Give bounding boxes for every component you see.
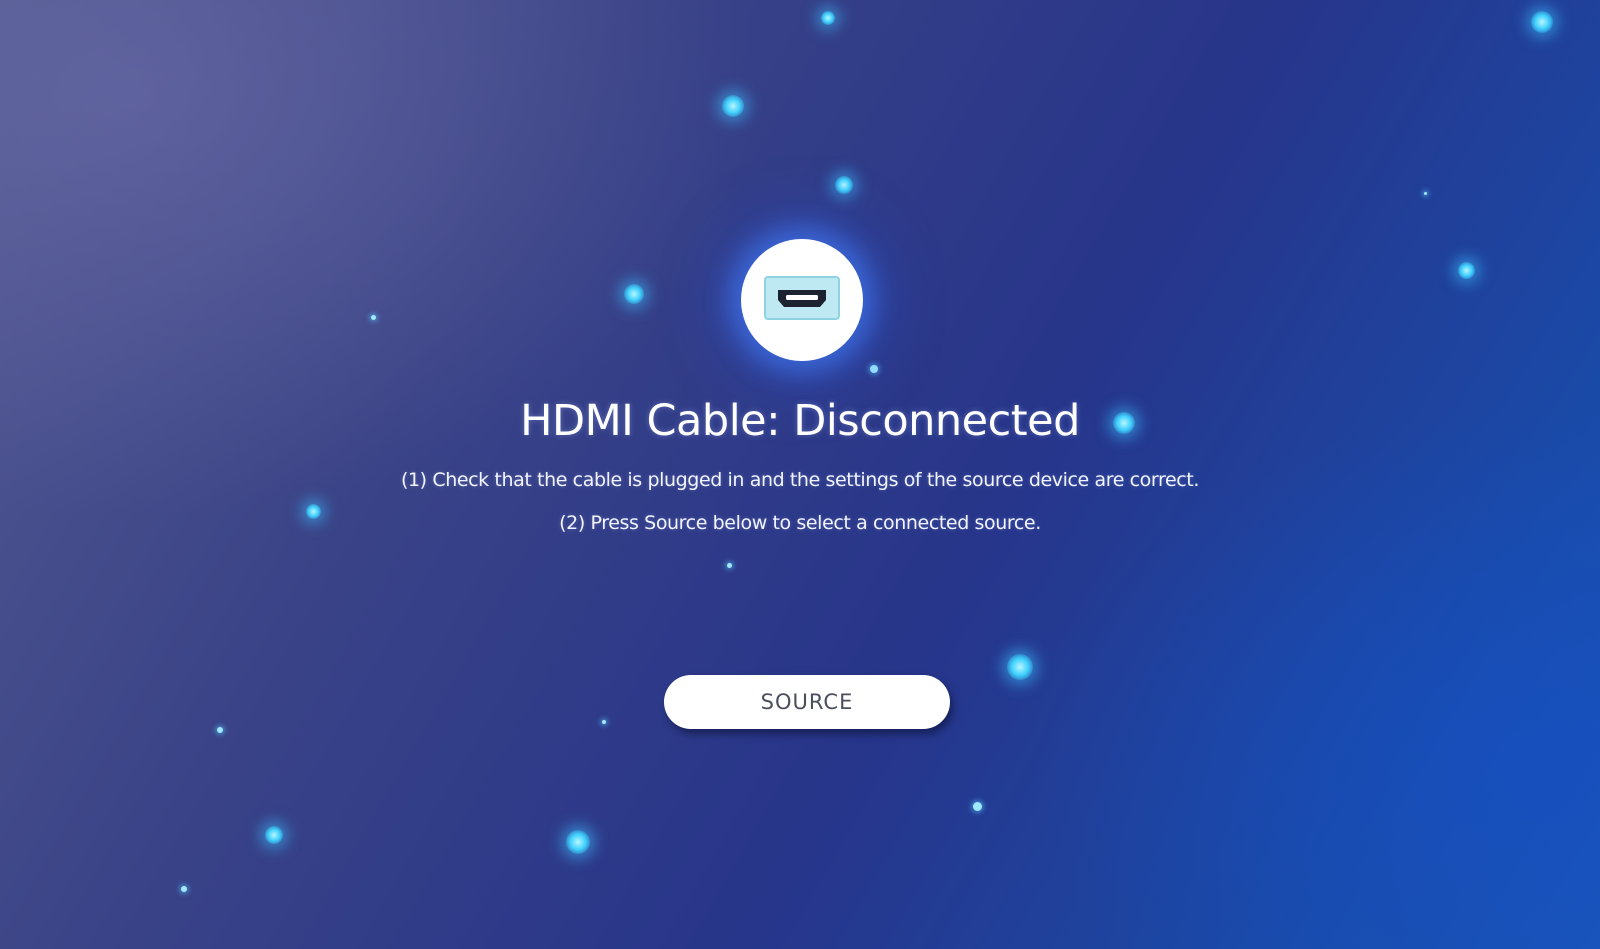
instruction-line-2: (2) Press Source below to select a conne… xyxy=(559,512,1041,534)
particle xyxy=(1424,192,1427,195)
particle xyxy=(973,802,982,811)
particle xyxy=(870,365,878,373)
particle xyxy=(1458,262,1475,279)
particle xyxy=(722,95,744,117)
particle xyxy=(1007,654,1033,680)
particle xyxy=(727,563,732,568)
hdmi-port-icon xyxy=(763,274,841,326)
particle xyxy=(624,284,644,304)
particle xyxy=(821,11,835,25)
particle xyxy=(835,176,853,194)
source-button[interactable]: SOURCE xyxy=(664,675,950,729)
particle xyxy=(1531,11,1553,33)
particle xyxy=(566,830,590,854)
instruction-line-1: (1) Check that the cable is plugged in a… xyxy=(400,469,1200,491)
page-title: HDMI Cable: Disconnected xyxy=(520,396,1080,446)
particle xyxy=(265,826,283,844)
hdmi-icon-badge xyxy=(741,239,863,361)
particle xyxy=(217,727,223,733)
particle xyxy=(371,315,376,320)
particle xyxy=(181,886,187,892)
particle xyxy=(602,720,606,724)
